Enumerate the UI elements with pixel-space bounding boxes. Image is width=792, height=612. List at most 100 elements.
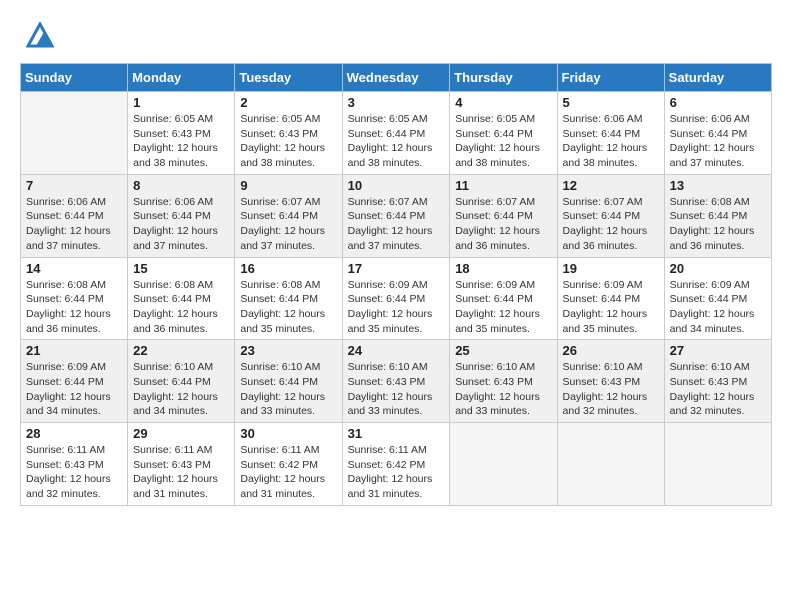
day-number: 26 <box>563 343 659 358</box>
day-info: Sunrise: 6:07 AMSunset: 6:44 PMDaylight:… <box>563 195 659 254</box>
calendar-cell: 12 Sunrise: 6:07 AMSunset: 6:44 PMDayligh… <box>557 174 664 257</box>
calendar-cell: 28Sunrise: 6:11 AMSunset: 6:43 PMDayligh… <box>21 423 128 506</box>
day-number: 25 <box>455 343 551 358</box>
calendar-cell: 7 Sunrise: 6:06 AMSunset: 6:44 PMDaylight… <box>21 174 128 257</box>
day-info: Sunrise: 6:06 AMSunset: 6:44 PMDaylight:… <box>133 195 229 254</box>
day-number: 28 <box>26 426 122 441</box>
calendar-cell: 23 Sunrise: 6:10 AMSunset: 6:44 PMDayligh… <box>235 340 342 423</box>
calendar-cell: 13Sunrise: 6:08 AMSunset: 6:44 PMDayligh… <box>664 174 771 257</box>
day-info: Sunrise: 6:11 AMSunset: 6:43 PMDaylight:… <box>133 443 229 502</box>
calendar-cell: 10 Sunrise: 6:07 AMSunset: 6:44 PMDayligh… <box>342 174 450 257</box>
day-number: 15 <box>133 261 229 276</box>
day-info: Sunrise: 6:10 AMSunset: 6:43 PMDaylight:… <box>563 360 659 419</box>
calendar-cell: 16Sunrise: 6:08 AMSunset: 6:44 PMDayligh… <box>235 257 342 340</box>
day-info: Sunrise: 6:10 AMSunset: 6:43 PMDaylight:… <box>348 360 445 419</box>
day-number: 3 <box>348 95 445 110</box>
day-info: Sunrise: 6:10 AMSunset: 6:43 PMDaylight:… <box>670 360 766 419</box>
day-number: 6 <box>670 95 766 110</box>
day-info: Sunrise: 6:09 AMSunset: 6:44 PMDaylight:… <box>348 278 445 337</box>
calendar-cell: 29Sunrise: 6:11 AMSunset: 6:43 PMDayligh… <box>128 423 235 506</box>
day-info: Sunrise: 6:11 AMSunset: 6:42 PMDaylight:… <box>240 443 336 502</box>
day-info: Sunrise: 6:05 AMSunset: 6:43 PMDaylight:… <box>133 112 229 171</box>
calendar-cell: 26 Sunrise: 6:10 AMSunset: 6:43 PMDayligh… <box>557 340 664 423</box>
calendar-cell: 6 Sunrise: 6:06 AMSunset: 6:44 PMDaylight… <box>664 92 771 175</box>
calendar-week-2: 7 Sunrise: 6:06 AMSunset: 6:44 PMDaylight… <box>21 174 772 257</box>
calendar-cell: 30 Sunrise: 6:11 AMSunset: 6:42 PMDayligh… <box>235 423 342 506</box>
calendar-cell: 9Sunrise: 6:07 AMSunset: 6:44 PMDaylight… <box>235 174 342 257</box>
day-number: 27 <box>670 343 766 358</box>
calendar: SundayMondayTuesdayWednesdayThursdayFrid… <box>20 63 772 506</box>
day-number: 8 <box>133 178 229 193</box>
day-number: 24 <box>348 343 445 358</box>
day-info: Sunrise: 6:06 AMSunset: 6:44 PMDaylight:… <box>670 112 766 171</box>
calendar-cell <box>557 423 664 506</box>
day-info: Sunrise: 6:11 AMSunset: 6:42 PMDaylight:… <box>348 443 445 502</box>
day-header-saturday: Saturday <box>664 64 771 92</box>
day-info: Sunrise: 6:10 AMSunset: 6:43 PMDaylight:… <box>455 360 551 419</box>
day-number: 19 <box>563 261 659 276</box>
day-info: Sunrise: 6:09 AMSunset: 6:44 PMDaylight:… <box>455 278 551 337</box>
day-header-tuesday: Tuesday <box>235 64 342 92</box>
calendar-cell <box>450 423 557 506</box>
day-number: 10 <box>348 178 445 193</box>
calendar-cell: 2Sunrise: 6:05 AMSunset: 6:43 PMDaylight… <box>235 92 342 175</box>
calendar-cell: 18 Sunrise: 6:09 AMSunset: 6:44 PMDayligh… <box>450 257 557 340</box>
day-info: Sunrise: 6:06 AMSunset: 6:44 PMDaylight:… <box>26 195 122 254</box>
day-number: 4 <box>455 95 551 110</box>
day-number: 31 <box>348 426 445 441</box>
calendar-week-3: 14 Sunrise: 6:08 AMSunset: 6:44 PMDayligh… <box>21 257 772 340</box>
calendar-cell <box>21 92 128 175</box>
calendar-cell: 5 Sunrise: 6:06 AMSunset: 6:44 PMDaylight… <box>557 92 664 175</box>
calendar-week-5: 28 Sunrise: 6:11 AMSunset: 6:43 PMDayligh… <box>21 423 772 506</box>
day-number: 12 <box>563 178 659 193</box>
calendar-cell: 1Sunrise: 6:05 AMSunset: 6:43 PMDaylight… <box>128 92 235 175</box>
day-info: Sunrise: 6:09 AMSunset: 6:44 PMDaylight:… <box>670 278 766 337</box>
calendar-cell: 21 Sunrise: 6:09 AMSunset: 6:44 PMDayligh… <box>21 340 128 423</box>
day-number: 2 <box>240 95 336 110</box>
day-number: 16 <box>240 261 336 276</box>
day-number: 20 <box>670 261 766 276</box>
day-number: 5 <box>563 95 659 110</box>
day-number: 9 <box>240 178 336 193</box>
calendar-cell: 22Sunrise: 6:10 AMSunset: 6:44 PMDayligh… <box>128 340 235 423</box>
day-number: 18 <box>455 261 551 276</box>
day-number: 13 <box>670 178 766 193</box>
day-header-sunday: Sunday <box>21 64 128 92</box>
day-info: Sunrise: 6:08 AMSunset: 6:44 PMDaylight:… <box>133 278 229 337</box>
calendar-cell: 31 Sunrise: 6:11 AMSunset: 6:42 PMDayligh… <box>342 423 450 506</box>
day-header-friday: Friday <box>557 64 664 92</box>
logo-icon <box>26 22 54 53</box>
calendar-cell: 17 Sunrise: 6:09 AMSunset: 6:44 PMDayligh… <box>342 257 450 340</box>
day-info: Sunrise: 6:09 AMSunset: 6:44 PMDaylight:… <box>26 360 122 419</box>
day-header-monday: Monday <box>128 64 235 92</box>
day-info: Sunrise: 6:09 AMSunset: 6:44 PMDaylight:… <box>563 278 659 337</box>
day-number: 17 <box>348 261 445 276</box>
calendar-cell: 19 Sunrise: 6:09 AMSunset: 6:44 PMDayligh… <box>557 257 664 340</box>
calendar-cell: 25 Sunrise: 6:10 AMSunset: 6:43 PMDayligh… <box>450 340 557 423</box>
day-info: Sunrise: 6:05 AMSunset: 6:44 PMDaylight:… <box>348 112 445 171</box>
day-info: Sunrise: 6:10 AMSunset: 6:44 PMDaylight:… <box>133 360 229 419</box>
logo <box>20 20 54 53</box>
calendar-cell <box>664 423 771 506</box>
day-info: Sunrise: 6:08 AMSunset: 6:44 PMDaylight:… <box>26 278 122 337</box>
calendar-cell: 11 Sunrise: 6:07 AMSunset: 6:44 PMDayligh… <box>450 174 557 257</box>
day-number: 23 <box>240 343 336 358</box>
day-number: 11 <box>455 178 551 193</box>
day-number: 14 <box>26 261 122 276</box>
day-number: 30 <box>240 426 336 441</box>
day-info: Sunrise: 6:05 AMSunset: 6:44 PMDaylight:… <box>455 112 551 171</box>
day-info: Sunrise: 6:07 AMSunset: 6:44 PMDaylight:… <box>455 195 551 254</box>
calendar-week-4: 21 Sunrise: 6:09 AMSunset: 6:44 PMDayligh… <box>21 340 772 423</box>
day-info: Sunrise: 6:07 AMSunset: 6:44 PMDaylight:… <box>348 195 445 254</box>
calendar-cell: 3 Sunrise: 6:05 AMSunset: 6:44 PMDaylight… <box>342 92 450 175</box>
day-info: Sunrise: 6:06 AMSunset: 6:44 PMDaylight:… <box>563 112 659 171</box>
page-header <box>20 20 772 53</box>
day-number: 7 <box>26 178 122 193</box>
calendar-cell: 20 Sunrise: 6:09 AMSunset: 6:44 PMDayligh… <box>664 257 771 340</box>
calendar-cell: 8 Sunrise: 6:06 AMSunset: 6:44 PMDaylight… <box>128 174 235 257</box>
calendar-cell: 4 Sunrise: 6:05 AMSunset: 6:44 PMDaylight… <box>450 92 557 175</box>
day-number: 21 <box>26 343 122 358</box>
day-header-wednesday: Wednesday <box>342 64 450 92</box>
day-info: Sunrise: 6:10 AMSunset: 6:44 PMDaylight:… <box>240 360 336 419</box>
calendar-cell: 24 Sunrise: 6:10 AMSunset: 6:43 PMDayligh… <box>342 340 450 423</box>
